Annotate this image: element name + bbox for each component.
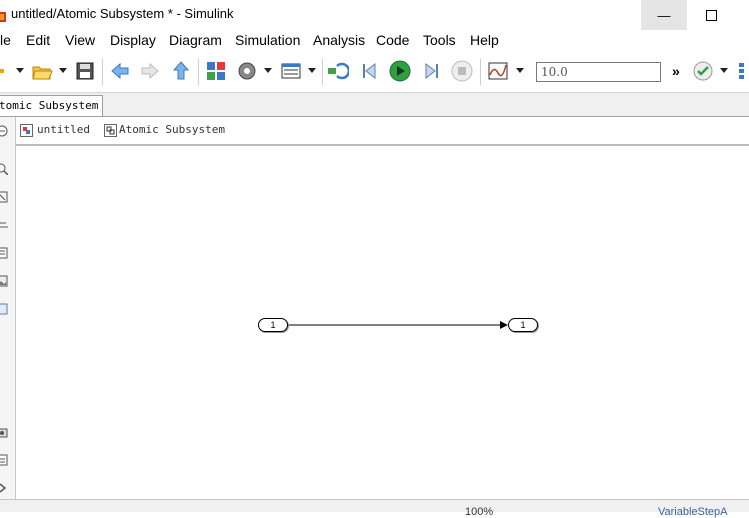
menu-code[interactable]: Code xyxy=(376,32,409,48)
route-lines-icon[interactable] xyxy=(0,219,8,231)
open-button[interactable] xyxy=(31,60,53,82)
minimize-button[interactable]: — xyxy=(641,0,687,30)
step-back-icon xyxy=(363,62,376,80)
left-palette xyxy=(0,117,16,511)
subsystem-icon xyxy=(104,124,117,137)
model-advisor-dropdown[interactable] xyxy=(720,68,728,73)
settings-dropdown[interactable] xyxy=(264,68,272,73)
signal-line[interactable] xyxy=(16,146,749,498)
run-icon xyxy=(389,60,411,82)
toolbar-separator xyxy=(480,59,481,85)
maximize-button[interactable] xyxy=(688,0,734,30)
hide-browser-icon[interactable] xyxy=(0,125,8,137)
grid-icon xyxy=(739,63,744,79)
step-back-button[interactable] xyxy=(359,60,381,82)
toolbar-separator xyxy=(198,59,199,85)
zoom-icon[interactable] xyxy=(0,163,8,175)
library-browser-button[interactable] xyxy=(205,60,227,82)
model-explorer-icon xyxy=(281,63,301,79)
breadcrumb-current[interactable]: Atomic Subsystem xyxy=(119,123,225,136)
more-toolbar-button[interactable]: » xyxy=(672,63,680,79)
fit-to-view-icon[interactable] xyxy=(0,191,8,203)
menu-diagram[interactable]: Diagram xyxy=(169,32,222,48)
model-browser-icon[interactable] xyxy=(0,427,8,439)
update-diagram-button[interactable] xyxy=(327,60,349,82)
menu-help[interactable]: Help xyxy=(470,32,499,48)
library-browser-icon xyxy=(207,62,225,80)
menu-tools[interactable]: Tools xyxy=(423,32,456,48)
up-icon xyxy=(172,61,190,80)
minimize-icon: — xyxy=(657,7,671,23)
outport-block[interactable]: 1 xyxy=(508,318,538,332)
model-advisor-button[interactable] xyxy=(692,60,714,82)
area-icon[interactable] xyxy=(0,303,8,315)
scope-icon xyxy=(488,62,508,80)
toolbar: » xyxy=(0,52,749,93)
menu-analysis[interactable]: Analysis xyxy=(313,32,365,48)
stop-icon xyxy=(451,60,473,82)
back-button[interactable] xyxy=(109,60,131,82)
status-bar: 100% VariableStepA xyxy=(0,499,749,518)
new-model-button[interactable] xyxy=(0,60,12,82)
window-title: untitled/Atomic Subsystem * - Simulink xyxy=(11,6,234,21)
model-explorer-dropdown[interactable] xyxy=(308,68,316,73)
forward-button[interactable] xyxy=(139,60,161,82)
toolbar-separator xyxy=(322,59,323,85)
stop-button[interactable] xyxy=(451,60,473,82)
new-model-icon xyxy=(0,69,4,73)
title-bar: untitled/Atomic Subsystem * - Simulink — xyxy=(0,0,749,30)
forward-icon xyxy=(141,62,159,80)
toolbar-separator xyxy=(102,59,103,85)
menu-view[interactable]: View xyxy=(65,32,95,48)
step-forward-icon xyxy=(425,62,438,80)
simulink-app-icon xyxy=(0,12,6,22)
grid-button[interactable] xyxy=(737,60,749,82)
menu-edit[interactable]: Edit xyxy=(26,32,50,48)
up-button[interactable] xyxy=(170,60,192,82)
stop-time-input[interactable] xyxy=(536,62,661,82)
breadcrumb: untitled Atomic Subsystem xyxy=(16,117,749,146)
editor-tab-strip: tomic Subsystem xyxy=(0,93,749,117)
scope-dropdown[interactable] xyxy=(516,68,524,73)
diagram-canvas[interactable]: 1 1 xyxy=(16,146,749,498)
check-icon xyxy=(693,61,713,81)
open-dropdown[interactable] xyxy=(59,68,67,73)
scope-button[interactable] xyxy=(487,60,509,82)
property-inspector-icon[interactable] xyxy=(0,454,8,466)
back-icon xyxy=(111,62,129,80)
new-model-dropdown[interactable] xyxy=(16,68,24,73)
menu-file[interactable]: le xyxy=(0,32,11,48)
zoom-level: 100% xyxy=(465,506,494,518)
save-icon xyxy=(76,62,94,80)
update-diagram-icon xyxy=(328,62,349,80)
save-button[interactable] xyxy=(74,60,96,82)
breadcrumb-root[interactable]: untitled xyxy=(37,123,90,136)
step-forward-button[interactable] xyxy=(420,60,442,82)
expand-palette-icon[interactable] xyxy=(0,482,8,494)
arrowhead-icon xyxy=(500,321,508,329)
menu-simulation[interactable]: Simulation xyxy=(235,32,300,48)
settings-icon xyxy=(238,62,256,80)
run-button[interactable] xyxy=(389,60,411,82)
solver-link[interactable]: VariableStepA xyxy=(658,506,728,518)
menu-display[interactable]: Display xyxy=(110,32,156,48)
maximize-icon xyxy=(705,9,717,21)
inport-block[interactable]: 1 xyxy=(258,318,288,332)
open-icon xyxy=(32,66,53,80)
model-icon xyxy=(20,124,33,137)
model-explorer-button[interactable] xyxy=(280,60,302,82)
annotation-icon[interactable] xyxy=(0,247,8,259)
tab-atomic-subsystem[interactable]: tomic Subsystem xyxy=(0,95,103,116)
menu-bar: le Edit View Display Diagram Simulation … xyxy=(0,30,749,52)
settings-button[interactable] xyxy=(236,60,258,82)
image-icon[interactable] xyxy=(0,275,8,287)
